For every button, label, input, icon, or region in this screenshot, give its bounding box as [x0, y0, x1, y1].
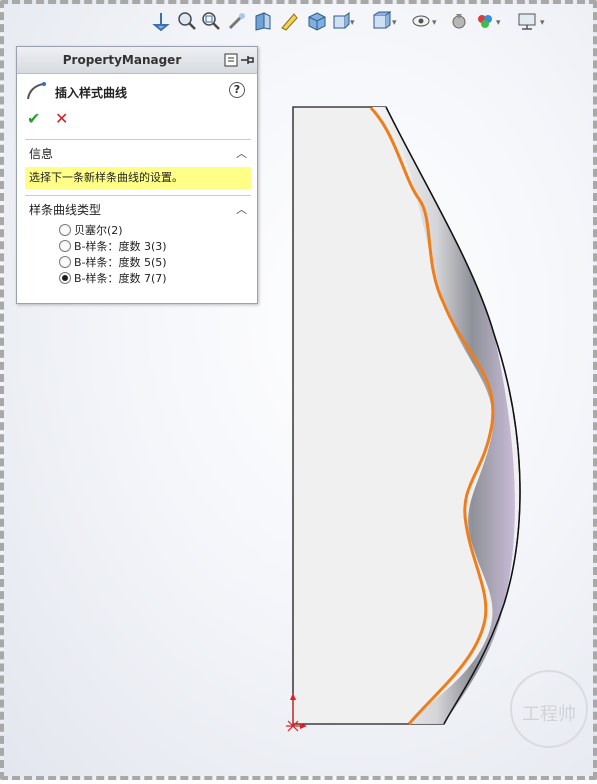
collapse-chevron-icon[interactable]: ︿ [236, 201, 247, 217]
info-message: 选择下一条新样条曲线的设置。 [25, 167, 251, 189]
radio-label: B-样条：度数 3(3) [74, 240, 167, 253]
radio-label: B-样条：度数 5(5) [74, 256, 167, 269]
property-manager-panel: PropertyManager 插入样式曲线 ? ✔ ✕ 信息 ︿ 选择下一条新… [16, 46, 258, 304]
pin-icon[interactable] [239, 52, 255, 68]
cancel-button[interactable]: ✕ [55, 109, 68, 128]
radio-button[interactable] [59, 240, 71, 252]
collapse-chevron-icon[interactable]: ︿ [236, 145, 247, 161]
info-section-title[interactable]: 信息 [29, 145, 53, 162]
svg-text:工程帅: 工程帅 [522, 704, 576, 725]
radio-label: 贝塞尔(2) [74, 224, 123, 237]
radio-label: B-样条：度数 7(7) [74, 272, 167, 285]
spline-type-section-title[interactable]: 样条曲线类型 [29, 201, 101, 218]
feature-header: 插入样式曲线 ? [25, 81, 251, 101]
graphics-area[interactable]: ▾ ▾ ▾ ▾ ▾ 工程帅 PropertyManager 插入样式曲线 ? ✔… [0, 0, 597, 780]
help-icon[interactable]: ? [229, 82, 245, 98]
ok-button[interactable]: ✔ [27, 109, 40, 128]
property-manager-title: PropertyManager [62, 53, 182, 67]
watermark-logo: 工程帅 [510, 670, 588, 748]
style-spline-icon [27, 82, 46, 100]
property-manager-header: PropertyManager [17, 47, 257, 74]
feature-title: 插入样式曲线 [55, 86, 128, 100]
divider [25, 195, 251, 196]
divider [25, 139, 251, 140]
profile-face [292, 106, 521, 725]
radio-button-selected[interactable] [59, 272, 71, 284]
radio-button[interactable] [59, 224, 71, 236]
radio-button[interactable] [59, 256, 71, 268]
keep-visible-icon[interactable] [223, 52, 239, 68]
